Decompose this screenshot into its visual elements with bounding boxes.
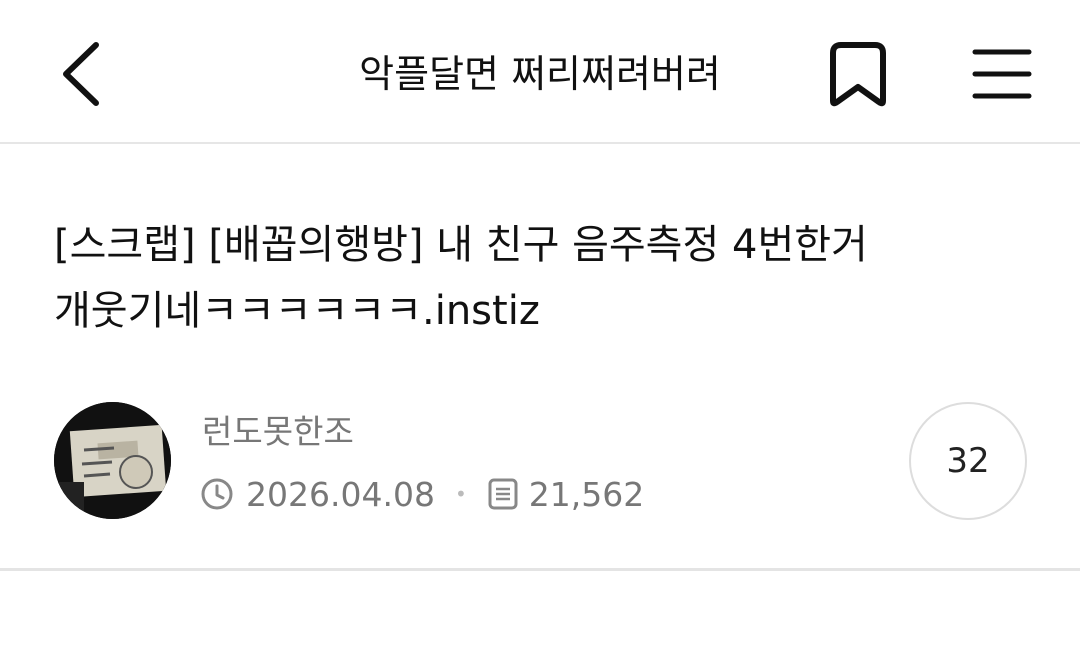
top-bar: 악플달면 쩌리쩌려버려 [0, 0, 1080, 144]
board-title: 악플달면 쩌리쩌려버려 [359, 52, 721, 96]
clock-icon [201, 478, 233, 510]
comment-count: 32 [946, 441, 990, 481]
document-icon [488, 478, 518, 510]
author-avatar[interactable] [54, 402, 171, 519]
menu-button[interactable] [964, 40, 1040, 108]
hamburger-menu-icon [972, 49, 1032, 99]
section-divider [0, 568, 1080, 571]
bookmark-button[interactable] [822, 36, 894, 112]
comment-count-button[interactable]: 32 [909, 402, 1027, 520]
bookmark-icon [830, 42, 886, 107]
post-meta: 2026.04.08 • 21,562 [200, 472, 644, 516]
view-count: 21,562 [528, 474, 645, 514]
back-button[interactable] [50, 36, 110, 112]
meta-separator: • [454, 482, 467, 506]
avatar-image [54, 402, 171, 519]
post-date: 2026.04.08 [246, 474, 435, 514]
author-name[interactable]: 런도못한조 [202, 410, 354, 454]
chevron-left-icon [63, 42, 99, 106]
post-title: [스크랩] [배꼽의행방] 내 친구 음주측정 4번한거 개웃기네ㅋㅋㅋㅋㅋㅋ.… [54, 222, 868, 334]
